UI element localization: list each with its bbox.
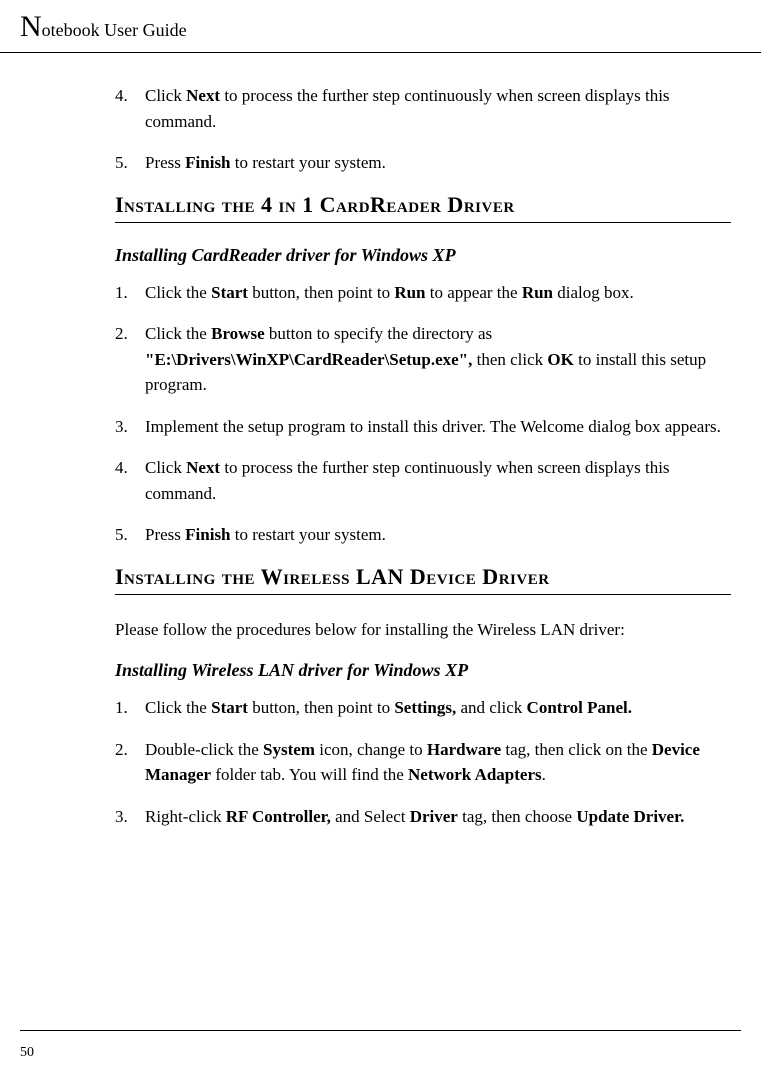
paragraph: Please follow the procedures below for i…	[115, 617, 731, 643]
list-number: 3.	[115, 414, 145, 440]
list-number: 4.	[115, 83, 145, 134]
list-item: 5. Press Finish to restart your system.	[115, 522, 731, 548]
list-text: Click Next to process the further step c…	[145, 83, 731, 134]
list-item: 5. Press Finish to restart your system.	[115, 150, 731, 176]
list-item: 3. Implement the setup program to instal…	[115, 414, 731, 440]
section-heading-wireless: Installing the Wireless LAN Device Drive…	[115, 564, 731, 595]
header-title: Notebook User Guide	[20, 10, 741, 44]
list-number: 3.	[115, 804, 145, 830]
list-item: 1. Click the Start button, then point to…	[115, 695, 731, 721]
list-item: 4. Click Next to process the further ste…	[115, 455, 731, 506]
list-item: 3. Right-click RF Controller, and Select…	[115, 804, 731, 830]
list-text: Right-click RF Controller, and Select Dr…	[145, 804, 731, 830]
list-number: 4.	[115, 455, 145, 506]
list-text: Press Finish to restart your system.	[145, 150, 731, 176]
footer-divider	[20, 1030, 741, 1031]
page-number: 50	[20, 1045, 34, 1061]
list-number: 5.	[115, 522, 145, 548]
list-item: 1. Click the Start button, then point to…	[115, 280, 731, 306]
list-number: 2.	[115, 321, 145, 398]
list-text: Click the Start button, then point to Se…	[145, 695, 731, 721]
list-text: Implement the setup program to install t…	[145, 414, 731, 440]
list-item: 2. Double-click the System icon, change …	[115, 737, 731, 788]
page-content: 4. Click Next to process the further ste…	[0, 83, 761, 829]
list-text: Click the Start button, then point to Ru…	[145, 280, 731, 306]
list-number: 2.	[115, 737, 145, 788]
list-item: 2. Click the Browse button to specify th…	[115, 321, 731, 398]
list-number: 1.	[115, 280, 145, 306]
section-heading-cardreader: Installing the 4 in 1 CardReader Driver	[115, 192, 731, 223]
list-number: 1.	[115, 695, 145, 721]
list-text: Double-click the System icon, change to …	[145, 737, 731, 788]
list-number: 5.	[115, 150, 145, 176]
header-title-rest: otebook User Guide	[42, 20, 187, 40]
list-text: Click Next to process the further step c…	[145, 455, 731, 506]
list-text: Press Finish to restart your system.	[145, 522, 731, 548]
subheading-cardreader-xp: Installing CardReader driver for Windows…	[115, 245, 731, 266]
page-header: Notebook User Guide	[0, 0, 761, 53]
list-text: Click the Browse button to specify the d…	[145, 321, 731, 398]
subheading-wireless-xp: Installing Wireless LAN driver for Windo…	[115, 660, 731, 681]
list-item: 4. Click Next to process the further ste…	[115, 83, 731, 134]
